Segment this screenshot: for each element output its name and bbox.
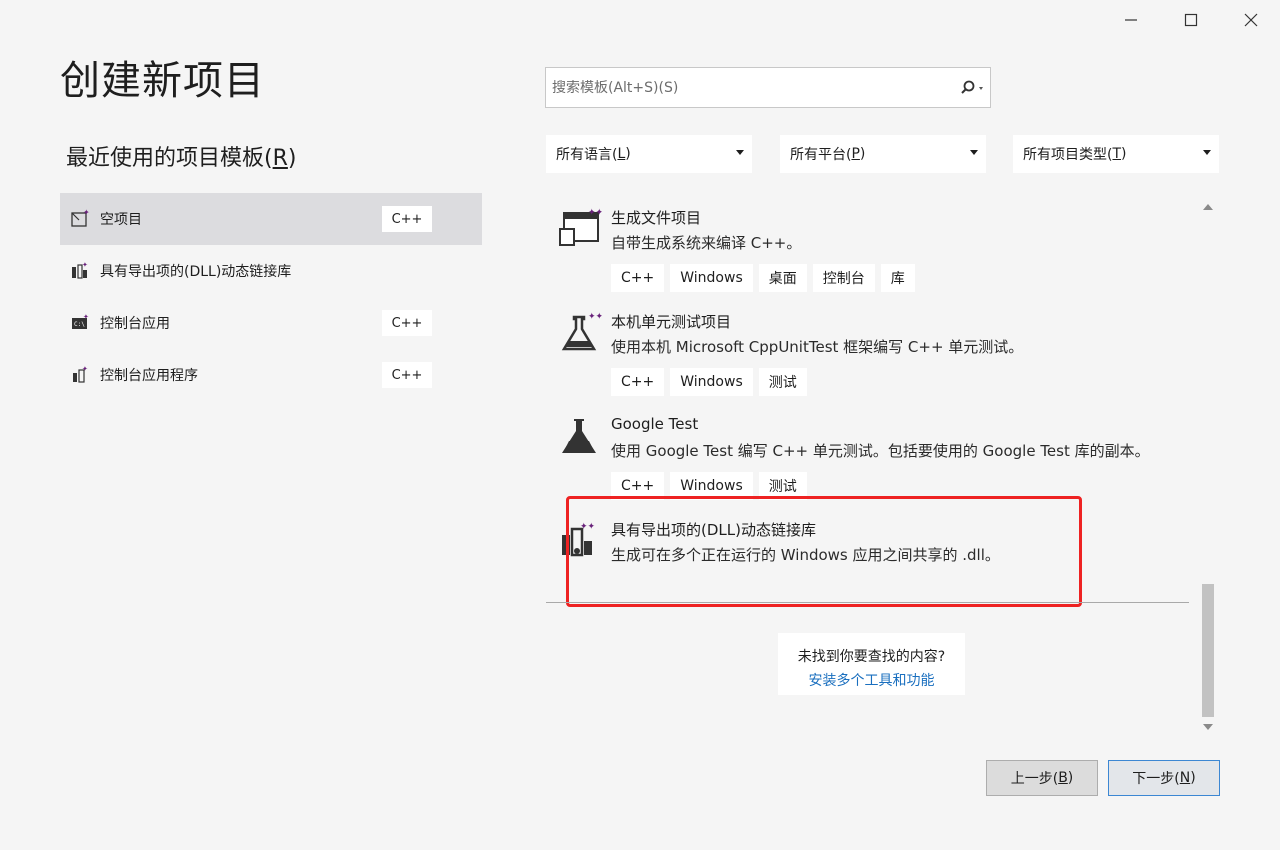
close-button[interactable] bbox=[1221, 0, 1280, 40]
language-badge: C++ bbox=[382, 310, 432, 336]
recent-item-dll[interactable]: ✦ 具有导出项的(DLL)动态链接库 bbox=[60, 245, 482, 297]
tag: C++ bbox=[611, 368, 665, 396]
scrollbar-thumb[interactable] bbox=[1202, 584, 1214, 717]
recent-item-console-program[interactable]: ✦ 控制台应用程序 C++ bbox=[60, 349, 482, 401]
recent-item-console-app[interactable]: C:\ ✦ 控制台应用 C++ bbox=[60, 297, 482, 349]
button-label: 上一步( bbox=[1010, 771, 1059, 787]
template-description: 使用 Google Test 编写 C++ 单元测试。包括要使用的 Google… bbox=[611, 442, 1150, 460]
button-label-end: ) bbox=[1067, 770, 1074, 786]
makefile-project-icon: ✦✦ bbox=[556, 207, 604, 253]
chevron-down-icon bbox=[970, 150, 978, 155]
language-badge: C++ bbox=[382, 362, 432, 388]
recent-item-empty-project[interactable]: ✦ 空项目 C++ bbox=[60, 193, 482, 245]
not-found-question: 未找到你要查找的内容? bbox=[797, 649, 946, 665]
template-description: 使用本机 Microsoft CppUnitTest 框架编写 C++ 单元测试… bbox=[611, 338, 1024, 356]
search-icon[interactable] bbox=[956, 68, 990, 107]
unit-test-flask-icon: ✦✦ bbox=[556, 311, 604, 357]
maximize-icon bbox=[1184, 13, 1198, 27]
button-access-key: B bbox=[1058, 770, 1068, 786]
filter-label-end: ) bbox=[625, 146, 631, 162]
tag: 库 bbox=[880, 264, 915, 292]
template-tags: C++ Windows 桌面 控制台 库 bbox=[611, 264, 915, 292]
minimize-icon bbox=[1125, 19, 1137, 21]
google-test-flask-icon bbox=[556, 415, 602, 461]
recent-templates-list: ✦ 空项目 C++ ✦ 具有导出项的(DLL)动态链接库 C:\ ✦ 控制台应用 … bbox=[60, 193, 482, 401]
not-found-panel: 未找到你要查找的内容? 安装多个工具和功能 bbox=[778, 633, 965, 695]
button-access-key: N bbox=[1179, 770, 1191, 786]
filter-label-end: ) bbox=[859, 146, 866, 162]
tag: 测试 bbox=[758, 368, 807, 396]
scroll-down-icon[interactable] bbox=[1203, 724, 1213, 730]
recent-templates-heading: 最近使用的项目模板(R) bbox=[66, 146, 297, 171]
filter-access-key: T bbox=[1112, 146, 1122, 162]
back-button[interactable]: 上一步(B) bbox=[986, 760, 1098, 796]
template-name: Google Test bbox=[611, 415, 699, 433]
template-tags: C++ Windows 测试 bbox=[611, 368, 807, 396]
template-search-box[interactable] bbox=[545, 67, 991, 108]
recent-item-label: 具有导出项的(DLL)动态链接库 bbox=[100, 264, 292, 280]
filter-access-key: P bbox=[851, 146, 860, 162]
filter-label: 所有平台( bbox=[790, 147, 852, 163]
svg-text:✦✦: ✦✦ bbox=[588, 208, 602, 218]
template-name: 本机单元测试项目 bbox=[611, 313, 732, 331]
tag: Windows bbox=[670, 264, 753, 292]
template-item-makefile[interactable]: ✦✦ 生成文件项目 自带生成系统来编译 C++。 C++ Windows 桌面 … bbox=[556, 207, 1186, 297]
project-type-filter-dropdown[interactable]: 所有项目类型(T) bbox=[1013, 135, 1219, 173]
dll-icon: ✦ bbox=[70, 261, 90, 281]
filter-label: 所有语言( bbox=[556, 147, 618, 163]
language-badge: C++ bbox=[382, 206, 432, 232]
filter-label-end: ) bbox=[1121, 146, 1127, 162]
svg-text:✦: ✦ bbox=[83, 313, 89, 321]
close-icon bbox=[1244, 13, 1258, 27]
list-divider bbox=[546, 602, 1189, 603]
recent-item-label: 控制台应用程序 bbox=[100, 368, 198, 384]
template-description: 自带生成系统来编译 C++。 bbox=[611, 234, 802, 252]
filter-access-key: L bbox=[617, 146, 626, 162]
console-program-icon: ✦ bbox=[70, 365, 90, 385]
tag: C++ bbox=[611, 264, 665, 292]
chevron-down-icon bbox=[1203, 150, 1211, 155]
maximize-button[interactable] bbox=[1161, 0, 1221, 40]
tag: Windows bbox=[670, 368, 753, 396]
svg-text:✦✦: ✦✦ bbox=[588, 312, 602, 322]
button-label-end: ) bbox=[1190, 770, 1196, 786]
page-title: 创建新项目 bbox=[60, 58, 265, 104]
template-name: 生成文件项目 bbox=[611, 209, 702, 227]
svg-text:C:\: C:\ bbox=[74, 321, 85, 328]
minimize-button[interactable] bbox=[1101, 0, 1161, 40]
filter-label: 所有项目类型( bbox=[1023, 147, 1113, 163]
chevron-down-icon bbox=[736, 150, 744, 155]
recent-item-label: 空项目 bbox=[100, 212, 142, 228]
next-button[interactable]: 下一步(N) bbox=[1108, 760, 1220, 796]
svg-text:✦: ✦ bbox=[82, 261, 88, 269]
svg-text:✦: ✦ bbox=[83, 209, 90, 217]
recent-item-label: 控制台应用 bbox=[100, 316, 170, 332]
console-app-icon: C:\ ✦ bbox=[70, 313, 90, 333]
svg-text:✦: ✦ bbox=[82, 365, 88, 373]
template-search-input[interactable] bbox=[552, 79, 956, 96]
template-list-scrollbar[interactable] bbox=[1198, 196, 1218, 738]
selection-highlight-box bbox=[566, 496, 1082, 607]
scroll-up-icon[interactable] bbox=[1203, 204, 1213, 210]
empty-project-icon: ✦ bbox=[70, 209, 90, 229]
platform-filter-dropdown[interactable]: 所有平台(P) bbox=[780, 135, 986, 173]
language-filter-dropdown[interactable]: 所有语言(L) bbox=[546, 135, 752, 173]
tag: 控制台 bbox=[812, 264, 875, 292]
template-item-native-unit-test[interactable]: ✦✦ 本机单元测试项目 使用本机 Microsoft CppUnitTest 框… bbox=[556, 311, 1186, 401]
tag: 桌面 bbox=[758, 264, 807, 292]
template-item-google-test[interactable]: Google Test 使用 Google Test 编写 C++ 单元测试。包… bbox=[556, 415, 1186, 505]
install-tools-link[interactable]: 安装多个工具和功能 bbox=[778, 670, 965, 690]
button-label: 下一步( bbox=[1132, 771, 1180, 787]
